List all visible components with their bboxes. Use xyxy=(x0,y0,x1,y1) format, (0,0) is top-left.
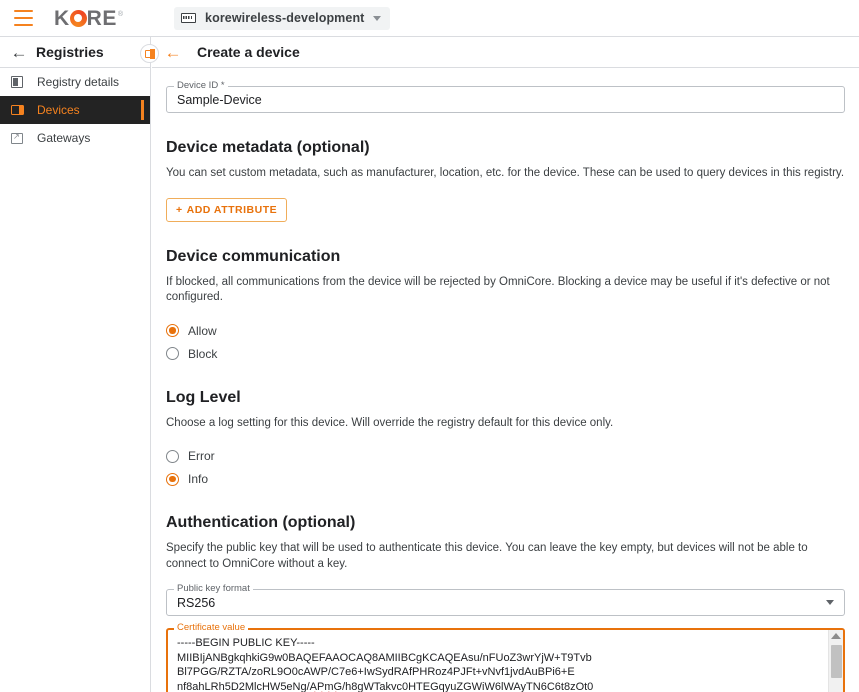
cert-line-4-post: /h8gWTakvc0HTEGqyuZGWiW6lWAyTN6C6t8zOt0 xyxy=(342,680,594,692)
devices-icon xyxy=(6,105,28,115)
logo-registered-mark: ® xyxy=(117,10,124,18)
chip-icon xyxy=(181,13,197,23)
logo-letters-re: RE xyxy=(86,6,117,30)
radio-button-icon[interactable] xyxy=(166,347,179,361)
device-metadata-heading: Device metadata (optional) xyxy=(166,139,370,156)
registry-details-icon xyxy=(6,76,28,88)
gateways-icon xyxy=(6,132,28,144)
scroll-up-arrow-icon[interactable] xyxy=(831,633,841,640)
sidebar-item-label: Devices xyxy=(37,103,80,117)
logo-text: K RE xyxy=(54,8,117,29)
cert-line-4-pre: nf8ahLRh5D2MlcHW5eNg/ xyxy=(177,680,310,692)
top-bar: K RE ® korewireless-development xyxy=(0,0,859,37)
scrollbar-thumb[interactable] xyxy=(830,645,842,679)
authentication-heading: Authentication (optional) xyxy=(166,514,356,532)
sidebar-item-label: Registry details xyxy=(37,75,120,89)
device-communication-helper: If blocked, all communications from the … xyxy=(166,275,830,304)
log-level-radio-group: Error Info xyxy=(166,447,845,488)
device-id-input[interactable]: Sample-Device xyxy=(177,93,262,107)
radio-option-error[interactable]: Error xyxy=(166,447,845,465)
radio-button-icon[interactable] xyxy=(166,449,179,463)
log-level-helper: Choose a log setting for this device. Wi… xyxy=(166,416,614,429)
device-id-label: Device ID * xyxy=(174,80,228,91)
radio-option-allow[interactable]: Allow xyxy=(166,322,845,340)
sidebar: ← Registries Registry details Devices Ga… xyxy=(0,37,151,692)
sidebar-back-arrow-icon[interactable]: ← xyxy=(8,44,30,61)
radio-option-info[interactable]: Info xyxy=(166,470,845,488)
device-communication-heading: Device communication xyxy=(166,247,341,265)
public-key-format-select[interactable]: Public key format RS256 xyxy=(166,583,845,617)
cert-line-2: MIIBIjANBgkqhkiG9w0BAQEFAAOCAQ8AMIIBCgKC… xyxy=(177,651,592,664)
sidebar-item-registry-details[interactable]: Registry details xyxy=(0,68,150,96)
sidebar-header: ← Registries xyxy=(0,37,150,68)
main-back-arrow-icon[interactable]: ← xyxy=(162,44,184,61)
main-panel: ← Create a device Device ID * Sample-Dev… xyxy=(152,37,859,692)
certificate-value-label: Certificate value xyxy=(174,622,249,634)
device-id-field[interactable]: Device ID * Sample-Device xyxy=(166,80,845,113)
add-attribute-label: ADD ATTRIBUTE xyxy=(186,203,278,216)
device-communication-radio-group: Allow Block xyxy=(166,322,845,363)
radio-option-block[interactable]: Block xyxy=(166,345,845,363)
radio-label: Error xyxy=(188,449,215,464)
kore-logo[interactable]: K RE ® xyxy=(54,8,123,29)
project-name: korewireless-development xyxy=(205,11,365,25)
certificate-value-field[interactable]: Certificate value -----BEGIN PUBLIC KEY-… xyxy=(166,622,845,692)
public-key-format-label: Public key format xyxy=(174,583,253,595)
project-selector[interactable]: korewireless-development xyxy=(174,6,391,30)
certificate-value-textarea[interactable]: -----BEGIN PUBLIC KEY----- MIIBIjANBgkqhk… xyxy=(168,630,828,692)
plus-icon: + xyxy=(176,203,183,216)
create-device-form: Device ID * Sample-Device Device metadat… xyxy=(152,68,859,692)
cert-line-1: -----BEGIN PUBLIC KEY----- xyxy=(177,637,315,650)
chevron-down-icon xyxy=(373,15,382,21)
sidebar-item-label: Gateways xyxy=(37,131,91,145)
sidebar-item-devices[interactable]: Devices xyxy=(0,96,150,124)
public-key-format-value: RS256 xyxy=(177,595,216,610)
cert-line-3: Bl7PGG/RZTA/zoRL9O0cAWP/C7e6+IwSydRAfPHR… xyxy=(177,666,575,679)
radio-button-icon[interactable] xyxy=(166,324,179,338)
logo-letter-o xyxy=(69,9,87,27)
main-header: ← Create a device xyxy=(152,37,859,68)
radio-label: Block xyxy=(188,346,218,361)
radio-label: Allow xyxy=(188,323,217,338)
hamburger-menu-icon[interactable] xyxy=(14,10,34,26)
authentication-helper: Specify the public key that will be used… xyxy=(166,542,808,570)
sidebar-item-gateways[interactable]: Gateways xyxy=(0,124,150,152)
logo-letter-k: K xyxy=(54,6,70,30)
sidebar-collapse-badge-icon[interactable] xyxy=(140,44,159,63)
radio-label: Info xyxy=(188,472,209,487)
page-title: Create a device xyxy=(197,44,300,60)
add-attribute-button[interactable]: + ADD ATTRIBUTE xyxy=(166,197,288,222)
log-level-heading: Log Level xyxy=(166,388,241,406)
radio-button-icon[interactable] xyxy=(166,472,179,486)
cert-misspelled-token: APmG xyxy=(309,680,343,692)
sidebar-title: Registries xyxy=(36,44,104,60)
device-metadata-helper: You can set custom metadata, such as man… xyxy=(166,167,845,179)
chevron-down-icon[interactable] xyxy=(826,600,834,606)
app-root: K RE ® korewireless-development ← Regist… xyxy=(0,0,859,692)
certificate-scrollbar[interactable] xyxy=(828,630,843,692)
